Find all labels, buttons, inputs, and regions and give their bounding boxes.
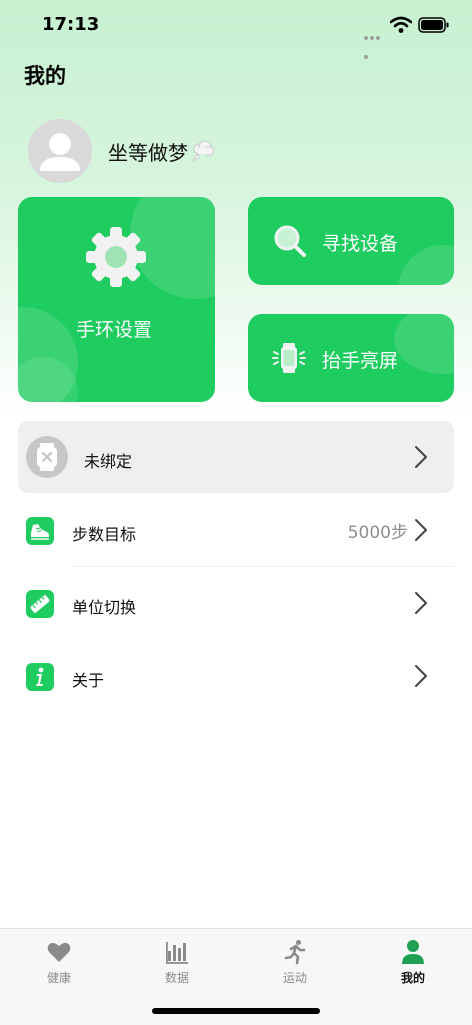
home-indicator (152, 1008, 320, 1014)
default-avatar-icon (40, 133, 80, 171)
runner-icon (284, 940, 306, 965)
chevron-right-icon (415, 665, 427, 687)
magnifier-icon (274, 225, 306, 257)
person-icon (402, 940, 424, 964)
menu-item-step-goal[interactable]: 步数目标 5000步 (0, 494, 472, 566)
band-settings-card[interactable]: 手环设置 (18, 197, 215, 402)
battery-icon (418, 17, 449, 33)
tab-sport[interactable]: 运动 (236, 929, 354, 993)
gear-icon (86, 227, 146, 287)
profile-name-row[interactable]: 坐等做梦 (108, 136, 215, 166)
raise-to-wake-card[interactable]: 抬手亮屏 (248, 314, 454, 402)
status-bar: 17:13 (0, 0, 472, 59)
ruler-icon (26, 590, 54, 618)
signal-dots-icon (364, 25, 386, 59)
info-icon (26, 663, 54, 691)
find-device-label: 寻找设备 (322, 233, 399, 255)
nickname: 坐等做梦 (108, 140, 188, 165)
wifi-icon (390, 16, 412, 33)
tab-mine-label: 我的 (400, 971, 425, 985)
chevron-right-icon (415, 446, 427, 468)
chevron-right-icon (415, 519, 427, 541)
watch-unbound-icon (26, 436, 68, 478)
about-label: 关于 (72, 671, 105, 690)
bar-chart-icon (166, 942, 188, 964)
tab-health[interactable]: 健康 (0, 929, 118, 993)
tab-data-label: 数据 (164, 971, 189, 985)
raise-to-wake-label: 抬手亮屏 (322, 350, 399, 372)
tab-sport-label: 运动 (282, 971, 307, 985)
step-goal-label: 步数目标 (72, 525, 137, 544)
unit-switch-label: 单位切换 (72, 598, 137, 617)
band-settings-label: 手环设置 (76, 319, 153, 341)
tab-health-label: 健康 (46, 971, 71, 985)
menu-item-about[interactable]: 关于 (0, 640, 472, 712)
watch-glow-icon (272, 343, 306, 373)
device-binding-row[interactable]: 未绑定 (18, 421, 454, 493)
tab-data[interactable]: 数据 (118, 929, 236, 993)
page-title: 我的 (24, 64, 66, 88)
heart-icon (47, 942, 71, 962)
step-goal-value: 5000步 (347, 523, 408, 543)
tab-mine[interactable]: 我的 (354, 929, 472, 993)
menu-item-unit-switch[interactable]: 单位切换 (0, 567, 472, 639)
sneaker-icon (26, 517, 54, 545)
find-device-card[interactable]: 寻找设备 (248, 197, 454, 285)
device-status-label: 未绑定 (84, 452, 133, 471)
avatar[interactable] (28, 119, 92, 183)
chevron-right-icon (415, 592, 427, 614)
thought-bubble-icon (192, 140, 214, 162)
status-time: 17:13 (42, 14, 100, 35)
